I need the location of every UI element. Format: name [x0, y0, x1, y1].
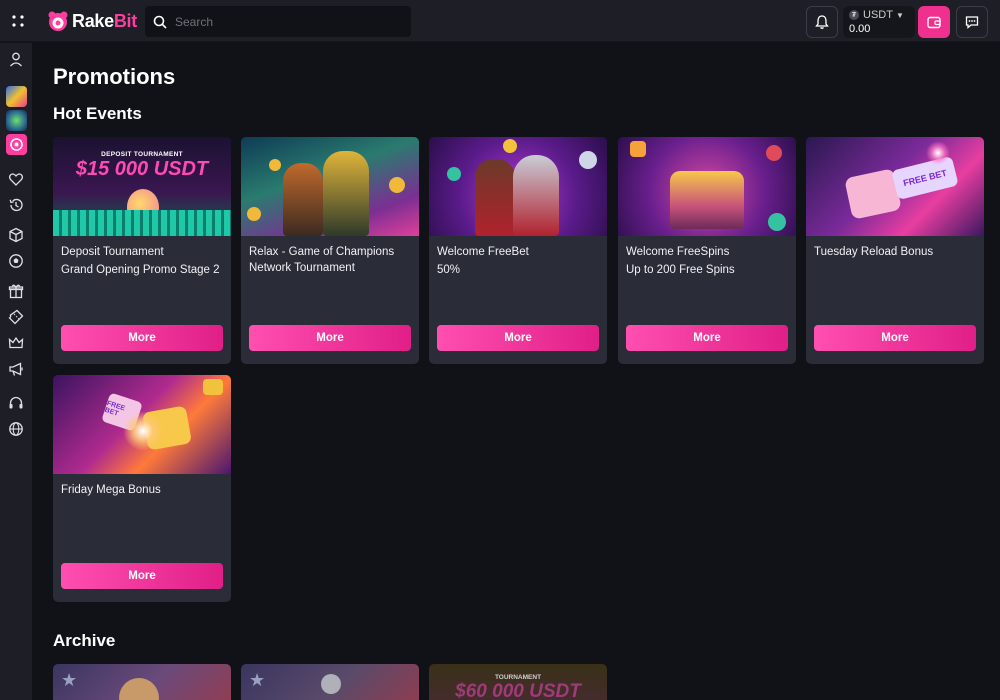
star-icon: ★ [249, 670, 266, 690]
free-bet-ticket-icon: FREE BET [891, 155, 959, 201]
sparkle-icon [926, 141, 950, 165]
wallet-button[interactable] [918, 6, 950, 38]
crown-icon[interactable] [5, 332, 27, 354]
promo-banner-image [241, 137, 419, 236]
currency-label: USDT [863, 9, 893, 21]
coin-icon [579, 151, 597, 169]
search-box[interactable] [145, 6, 411, 37]
banner-caption: TOURNAMENT [494, 674, 542, 681]
logo-bear-icon [48, 11, 68, 31]
promo-title: Welcome FreeSpins [626, 246, 730, 258]
archive-card-3[interactable]: TOURNAMENT $60 000 USDT [429, 664, 607, 700]
search-icon [145, 15, 175, 29]
game-planet-icon[interactable] [6, 110, 27, 131]
top-bar: RakeBit ₮ USDT▼ 0.00 [0, 0, 1000, 42]
more-button[interactable]: More [437, 325, 599, 351]
promo-card-relax-tournament[interactable]: Relax - Game of Champions Network Tourna… [241, 137, 419, 364]
promo-title: Relax - Game of Champions Network Tourna… [249, 246, 395, 274]
promo-card-tuesday-reload[interactable]: FREE BET Tuesday Reload Bonus More [806, 137, 984, 364]
chevron-down-icon: ▼ [895, 10, 904, 20]
logo-text: RakeBit [72, 11, 137, 32]
hot-events-title: Hot Events [53, 104, 142, 123]
coin-icon [447, 167, 461, 181]
football-player-figure [513, 155, 559, 236]
logo[interactable]: RakeBit [47, 9, 137, 33]
soccer-ball-icon[interactable] [5, 250, 27, 272]
brand-main: Rake [72, 10, 114, 31]
champion-figure-left [283, 163, 323, 236]
headset-icon[interactable] [5, 392, 27, 414]
brand-accent: Bit [113, 10, 137, 31]
promo-banner-image [618, 137, 796, 236]
bear-figure [119, 678, 159, 700]
promo-card-deposit-tournament[interactable]: DEPOSIT TOURNAMENT $15 000 USDT Deposit … [53, 137, 231, 364]
more-button[interactable]: More [249, 325, 411, 351]
history-icon[interactable] [5, 194, 27, 216]
globe-icon[interactable] [5, 418, 27, 440]
banner-caption: DEPOSIT TOURNAMENT [101, 151, 183, 158]
search-input[interactable] [175, 14, 395, 29]
archive-card-1[interactable]: ★ [53, 664, 231, 700]
promo-banner-image [429, 137, 607, 236]
promo-title: Welcome FreeBet [437, 246, 529, 258]
chip-icon [768, 213, 786, 231]
more-button[interactable]: More [814, 325, 976, 351]
promo-title: Friday Mega Bonus [61, 484, 161, 496]
coin-icon [503, 139, 517, 153]
dice-icon [247, 207, 261, 221]
wallet-icon [927, 16, 941, 29]
ball-icon [321, 674, 341, 694]
archive-card-2[interactable]: ★ [241, 664, 419, 700]
chat-button[interactable] [956, 6, 988, 38]
casino-dice-icon[interactable] [5, 224, 27, 246]
promo-subtitle: 50% [437, 264, 461, 276]
coin-icon [203, 379, 223, 395]
heart-icon[interactable] [5, 168, 27, 190]
dice-icon [389, 177, 405, 193]
sidebar [0, 43, 32, 700]
more-button[interactable]: More [61, 563, 223, 589]
notifications-button[interactable] [806, 6, 838, 38]
basketball-player-figure [475, 159, 515, 236]
coins-pile [53, 210, 231, 236]
ticket-icon[interactable] [5, 306, 27, 328]
gift-icon[interactable] [5, 280, 27, 302]
promo-banner-image: FREE BET [53, 375, 231, 474]
promo-banner-image: FREE BET [806, 137, 984, 236]
promo-banner-image: DEPOSIT TOURNAMENT $15 000 USDT [53, 137, 231, 236]
balance-selector[interactable]: ₮ USDT ▼ 0.00 [843, 6, 915, 38]
more-button[interactable]: More [61, 325, 223, 351]
promo-subtitle: Up to 200 Free Spins [626, 264, 735, 276]
coin-icon [630, 141, 646, 157]
promo-card-friday-mega[interactable]: FREE BET Friday Mega Bonus More [53, 375, 231, 602]
sparkle-icon [123, 411, 163, 451]
menu-grid-icon[interactable] [6, 8, 30, 34]
promo-title: Deposit Tournament [61, 246, 164, 258]
page-title: Promotions [53, 64, 176, 89]
chip-icon [766, 145, 782, 161]
game-wheel-icon[interactable] [6, 134, 27, 155]
promo-subtitle: Grand Opening Promo Stage 2 [61, 264, 220, 276]
archive-title: Archive [53, 631, 116, 650]
promo-title: Tuesday Reload Bonus [814, 246, 934, 258]
banner-headline: $15 000 USDT [75, 158, 209, 180]
promo-card-welcome-freespins[interactable]: Welcome FreeSpins Up to 200 Free Spins M… [618, 137, 796, 364]
banner-headline: $60 000 USDT [455, 681, 581, 700]
tether-coin-icon: ₮ [849, 10, 859, 20]
megaphone-icon[interactable] [5, 358, 27, 380]
treasure-chest-icon [670, 171, 744, 229]
star-icon: ★ [61, 670, 78, 690]
dice-icon [269, 159, 281, 171]
game-rainbow-icon[interactable] [6, 86, 27, 107]
chat-icon [965, 16, 979, 29]
more-button[interactable]: More [626, 325, 788, 351]
balance-amount: 0.00 [849, 23, 871, 35]
user-icon[interactable] [5, 48, 27, 70]
promo-card-welcome-freebet[interactable]: Welcome FreeBet 50% More [429, 137, 607, 364]
champion-figure-right [323, 151, 369, 236]
bell-icon [815, 15, 829, 29]
